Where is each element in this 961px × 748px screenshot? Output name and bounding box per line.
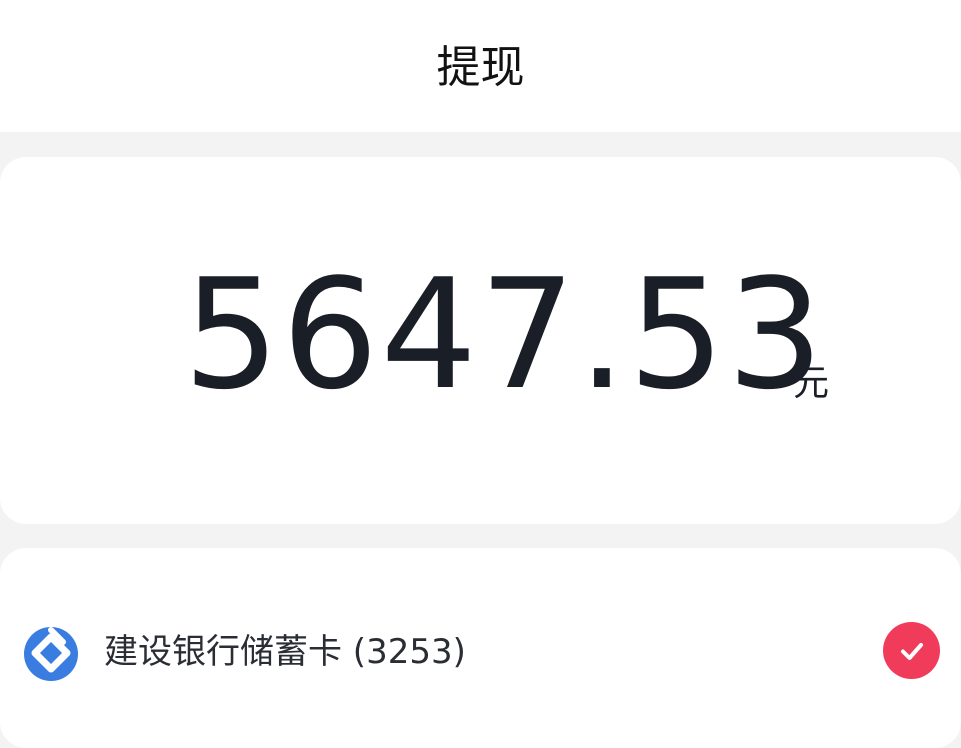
amount-unit-label: 元 <box>793 363 830 404</box>
check-icon <box>900 642 923 660</box>
header-bar: 提现 <box>0 0 961 132</box>
withdraw-amount-value: 5647.53 <box>183 246 826 423</box>
bank-account-name: 建设银行储蓄卡 (3253) <box>104 632 466 672</box>
page-title: 提现 <box>436 42 525 93</box>
selected-check-button[interactable] <box>883 622 940 679</box>
ccb-bank-logo-icon <box>24 627 78 681</box>
amount-display: 5647.53 <box>183 250 826 420</box>
bank-account-row[interactable]: 建设银行储蓄卡 (3253) <box>0 620 961 684</box>
